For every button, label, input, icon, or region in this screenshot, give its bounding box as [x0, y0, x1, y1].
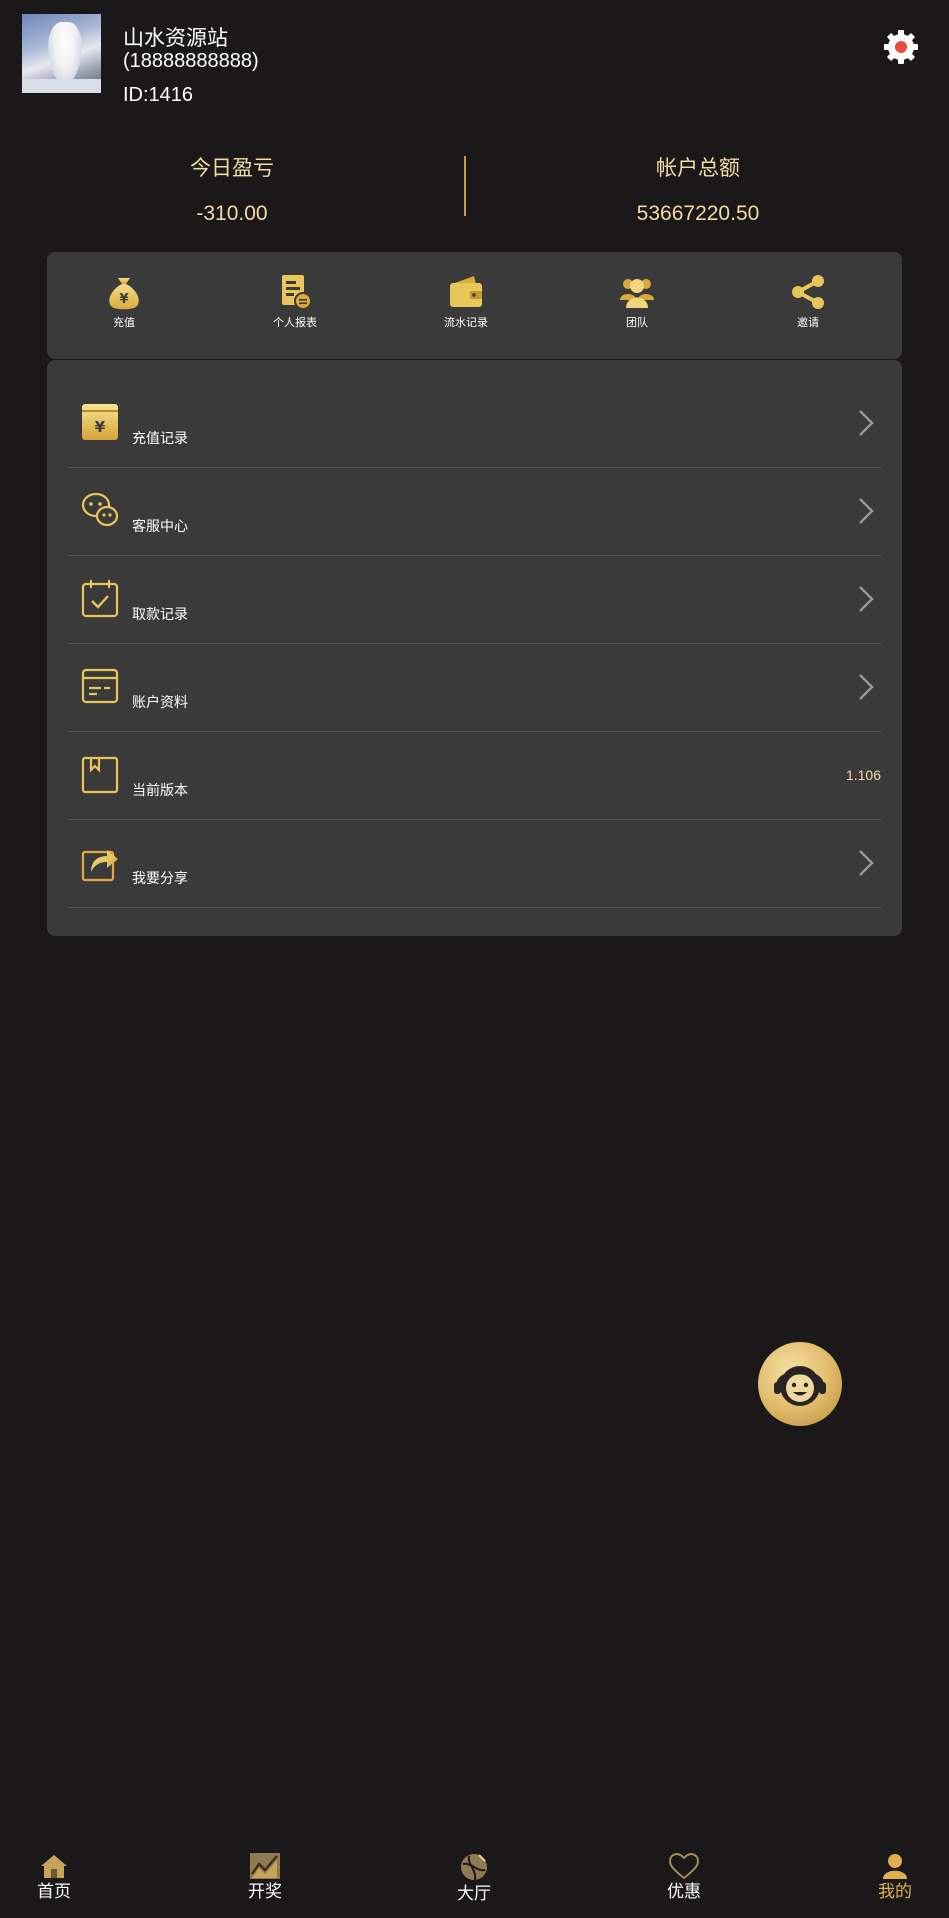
- nav-mine[interactable]: 我的: [850, 1852, 940, 1918]
- svg-text:¥: ¥: [95, 418, 106, 436]
- share-icon: [792, 275, 824, 309]
- balance-value: 53667220.50: [636, 202, 760, 225]
- menu-label: 我要分享: [132, 870, 188, 886]
- nav-label: 开奖: [248, 1882, 282, 1901]
- user-phone: (18888888888): [123, 50, 259, 72]
- heart-icon: [668, 1852, 700, 1880]
- quick-action-label: 充值: [113, 317, 135, 329]
- today-profit-stat: 今日盈亏 -310.00: [22, 152, 442, 226]
- nav-label: 大厅: [457, 1884, 491, 1903]
- profile-page: 山水资源站 (18888888888) ID:1416 今日盈亏 -310.00…: [0, 0, 949, 1918]
- balance-stat: 帐户总额 53667220.50: [488, 152, 908, 226]
- menu-label: 客服中心: [132, 518, 188, 534]
- avatar[interactable]: [22, 14, 101, 93]
- quick-action-team[interactable]: 团队: [582, 272, 692, 352]
- nav-lottery[interactable]: 开奖: [220, 1852, 310, 1918]
- quick-action-recharge[interactable]: ¥ 充值: [69, 272, 179, 352]
- avatar-ground: [22, 79, 101, 93]
- menu-item-version: 当前版本 1.106: [68, 732, 881, 820]
- chevron-right-icon: [859, 498, 874, 524]
- menu-label: 当前版本: [132, 782, 188, 798]
- nav-promotions[interactable]: 优惠: [639, 1852, 729, 1918]
- gear-icon: [884, 30, 918, 64]
- menu-item-recharge-record[interactable]: ¥ 充值记录: [68, 380, 881, 468]
- chat-icon: [81, 492, 119, 527]
- ball-icon: [461, 1854, 487, 1881]
- quick-action-invite[interactable]: 邀请: [753, 272, 863, 352]
- report-icon: [282, 275, 312, 310]
- home-icon: [41, 1855, 67, 1878]
- chart-icon: [250, 1853, 280, 1879]
- money-bag-icon: ¥: [109, 278, 139, 310]
- quick-action-label: 个人报表: [273, 317, 317, 329]
- wallet-icon: [450, 276, 482, 307]
- avatar-figure: [48, 22, 82, 84]
- chevron-right-icon: [859, 850, 874, 876]
- menu-label: 充值记录: [132, 430, 188, 446]
- settings-button[interactable]: [881, 27, 921, 67]
- stat-divider: [464, 156, 466, 216]
- chevron-right-icon: [859, 674, 874, 700]
- user-name: 山水资源站: [123, 27, 228, 50]
- menu-item-share[interactable]: 我要分享: [68, 820, 881, 908]
- nav-lobby[interactable]: 大厅: [429, 1852, 519, 1918]
- nav-label: 我的: [878, 1882, 912, 1901]
- version-value: 1.106: [845, 767, 881, 783]
- bottom-nav: 首页 开奖 大厅 优惠 我的: [0, 1840, 949, 1918]
- quick-action-report[interactable]: 个人报表: [240, 272, 350, 352]
- share-arrow-icon: [81, 850, 118, 882]
- balance-label: 帐户总额: [656, 157, 740, 180]
- menu-label: 账户资料: [132, 694, 188, 710]
- card-icon: [81, 668, 119, 704]
- chevron-right-icon: [859, 586, 874, 612]
- nav-home[interactable]: 首页: [9, 1852, 99, 1918]
- menu-label: 取款记录: [132, 606, 188, 622]
- quick-action-flow[interactable]: 流水记录: [411, 272, 521, 352]
- headset-face-icon: [774, 1366, 826, 1406]
- team-icon: [620, 279, 654, 308]
- customer-service-float-button[interactable]: [758, 1342, 842, 1426]
- quick-action-label: 团队: [626, 317, 648, 329]
- user-id: ID:1416: [123, 84, 194, 106]
- menu-item-customer-service[interactable]: 客服中心: [68, 468, 881, 556]
- today-profit-label: 今日盈亏: [190, 157, 274, 180]
- calendar-check-icon: [81, 580, 119, 618]
- recharge-record-icon: ¥: [82, 404, 118, 440]
- quick-action-label: 邀请: [797, 317, 819, 329]
- quick-action-label: 流水记录: [444, 317, 488, 329]
- svg-text:¥: ¥: [119, 292, 128, 307]
- chevron-right-icon: [859, 410, 874, 436]
- menu-item-withdraw-record[interactable]: 取款记录: [68, 556, 881, 644]
- quick-actions-card: ¥ 充值 个人报表 流水记录 团队 邀请: [47, 252, 902, 359]
- today-profit-value: -310.00: [196, 202, 268, 225]
- menu-item-account-info[interactable]: 账户资料: [68, 644, 881, 732]
- user-icon: [883, 1854, 907, 1879]
- nav-label: 优惠: [667, 1882, 701, 1901]
- menu-list: ¥ 充值记录 客服中心 取款记录 账户资料 当前版本 1.106 我要分享: [47, 360, 902, 936]
- bookmark-icon: [81, 756, 119, 794]
- nav-label: 首页: [37, 1882, 71, 1901]
